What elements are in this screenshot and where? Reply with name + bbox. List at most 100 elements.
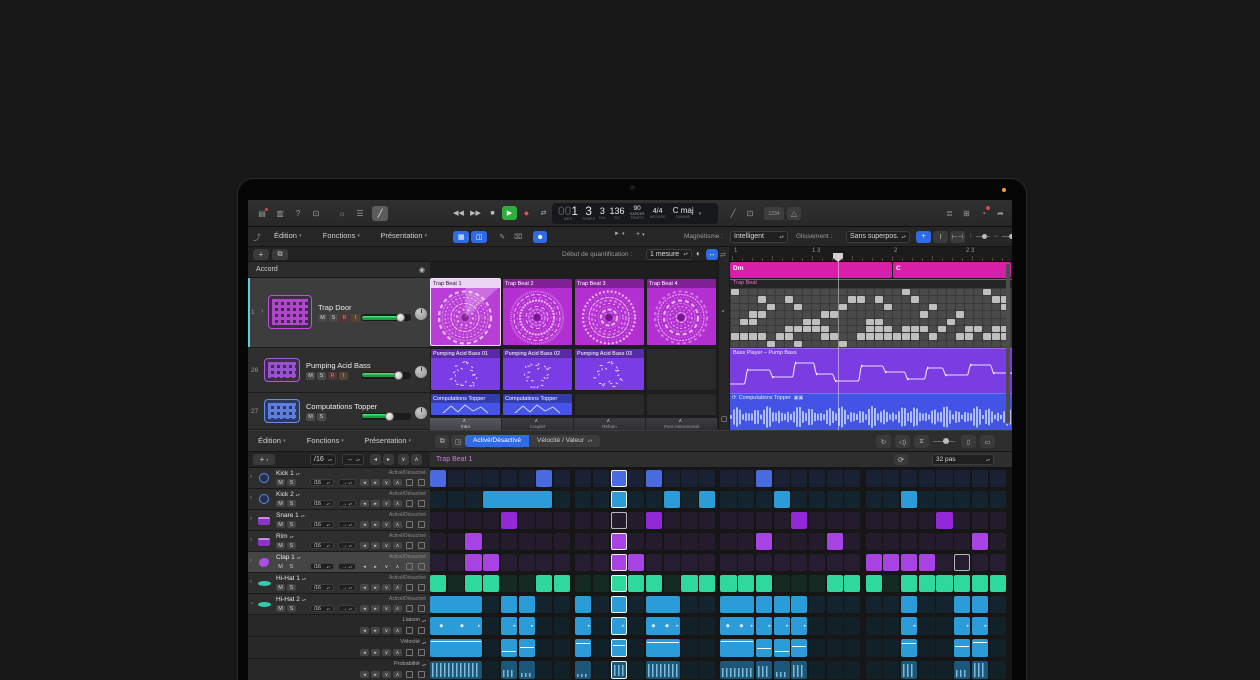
- step-cell-empty[interactable]: [866, 639, 882, 657]
- row-header[interactable]: Liaison▴▾◂▸∨∧: [248, 615, 430, 637]
- step-cell-active[interactable]: ▸: [575, 617, 591, 635]
- row-octave-up-button[interactable]: ∧: [393, 605, 402, 612]
- step-cell-empty[interactable]: [628, 512, 644, 529]
- brush-icon[interactable]: ╱: [372, 206, 388, 221]
- row-header[interactable]: ›Hi-Hat 1▴▾Activé/DésactivéMS/16▴▾→▴▾◂▸∨…: [248, 573, 430, 594]
- library-icon[interactable]: ▤: [254, 206, 270, 221]
- step-cell-active[interactable]: [664, 491, 680, 508]
- pattern-duplicate-icon[interactable]: ⧉: [435, 435, 449, 448]
- step-cell-empty[interactable]: [720, 512, 736, 529]
- step-cell-active[interactable]: [699, 575, 715, 592]
- step-cell-active[interactable]: [883, 554, 899, 571]
- toolbar-panel-icon[interactable]: ⊡: [308, 206, 324, 221]
- row-playmode-select[interactable]: →▴▾: [338, 521, 356, 528]
- step-cell-empty[interactable]: [536, 596, 552, 613]
- step-cell-empty[interactable]: [430, 554, 446, 571]
- step-cell-empty[interactable]: [664, 575, 680, 592]
- step-cell-active[interactable]: [646, 512, 662, 529]
- step-cell-active[interactable]: [901, 661, 917, 679]
- performance-icon[interactable]: ◐: [696, 249, 701, 258]
- step-cell-empty[interactable]: [809, 491, 825, 508]
- step-cell-empty[interactable]: [990, 554, 1006, 571]
- expand-disclosure-icon[interactable]: ›: [250, 495, 252, 501]
- step-cell-empty[interactable]: [919, 470, 935, 487]
- preview-icon[interactable]: ◁): [895, 435, 910, 448]
- step-cell-empty[interactable]: [866, 491, 882, 508]
- row-settings-b-button[interactable]: [418, 627, 425, 634]
- step-cell-active[interactable]: [611, 533, 627, 550]
- step-cell-empty[interactable]: [699, 661, 715, 679]
- loop-cell[interactable]: Trap Beat 3: [574, 278, 645, 346]
- step-cell-active[interactable]: [483, 554, 499, 571]
- step-cell-empty[interactable]: [883, 617, 899, 635]
- row-octave-up-button[interactable]: ∧: [393, 671, 402, 678]
- step-cell-active[interactable]: [756, 470, 772, 487]
- step-cell-empty[interactable]: [936, 491, 952, 508]
- step-cell-active[interactable]: [791, 512, 807, 529]
- row-solo-button[interactable]: S: [287, 500, 296, 507]
- step-cell-empty[interactable]: [844, 533, 860, 550]
- step-cell-active[interactable]: [827, 575, 843, 592]
- step-cell-empty[interactable]: [483, 512, 499, 529]
- track-button-i[interactable]: I: [339, 372, 348, 380]
- track-button-s[interactable]: S: [317, 413, 326, 421]
- track-button-m[interactable]: M: [306, 372, 315, 380]
- expand-disclosure-icon[interactable]: ›: [250, 537, 252, 543]
- step-cell-empty[interactable]: [554, 491, 570, 508]
- step-cell-empty[interactable]: [554, 533, 570, 550]
- step-cell-empty[interactable]: [664, 470, 680, 487]
- step-cell-empty[interactable]: [681, 512, 697, 529]
- step-cell-empty[interactable]: [883, 533, 899, 550]
- step-cell-empty[interactable]: [883, 575, 899, 592]
- step-cell-empty[interactable]: [936, 533, 952, 550]
- octave-down-button[interactable]: ∨: [398, 454, 409, 465]
- step-cell-empty[interactable]: [774, 512, 790, 529]
- arrangement-ruler[interactable]: 11 322 3: [730, 247, 1012, 262]
- step-cell-empty[interactable]: [936, 470, 952, 487]
- lcd-display[interactable]: 001MES3TEMPS3DIV136TIC90GARDERTEMPO4/4ME…: [552, 203, 718, 224]
- step-cell-active[interactable]: [972, 639, 988, 657]
- step-cell-empty[interactable]: [519, 554, 535, 571]
- step-cell-active[interactable]: [720, 596, 754, 613]
- row-rotate-right-button[interactable]: ▸: [371, 563, 380, 570]
- scene-trigger-4[interactable]: ∧Pont instrumental: [646, 418, 718, 430]
- step-cell-empty[interactable]: [901, 470, 917, 487]
- step-cell-empty[interactable]: [430, 491, 446, 508]
- step-cell-empty[interactable]: [809, 639, 825, 657]
- performer-icon[interactable]: ☻: [533, 231, 547, 243]
- disclosure-icon[interactable]: ›: [261, 308, 263, 315]
- row-solo-button[interactable]: S: [287, 479, 296, 486]
- row-name-group[interactable]: Hi-Hat 1▴▾: [276, 575, 306, 582]
- step-cell-empty[interactable]: [990, 470, 1006, 487]
- row-settings-a-button[interactable]: [406, 671, 413, 678]
- forward-button[interactable]: ▶▶: [468, 206, 483, 220]
- row-mute-button[interactable]: M: [276, 605, 285, 612]
- step-cell-active[interactable]: ◆◆▸: [430, 617, 482, 635]
- row-settings-a-button[interactable]: [406, 649, 413, 656]
- step-cell-empty[interactable]: [699, 533, 715, 550]
- step-cell-active[interactable]: [919, 575, 935, 592]
- step-cell-active[interactable]: [465, 575, 481, 592]
- step-cell-empty[interactable]: [720, 470, 736, 487]
- step-cell-active[interactable]: [611, 491, 627, 508]
- magnetisme-select[interactable]: Intelligent▴▾: [730, 231, 788, 243]
- step-cell-empty[interactable]: [827, 617, 843, 635]
- row-playmode-select[interactable]: →▴▾: [338, 542, 356, 549]
- row-settings-b-button[interactable]: [418, 649, 425, 656]
- keyboard-panel-icon[interactable]: ▯: [961, 435, 976, 448]
- step-cell-active[interactable]: [430, 575, 446, 592]
- step-cell-active[interactable]: ▸: [954, 617, 970, 635]
- row-octave-down-button[interactable]: ∨: [382, 479, 391, 486]
- row-rotate-left-button[interactable]: ◂: [360, 584, 369, 591]
- subrow-name-group[interactable]: Vélocité▴▾: [400, 639, 426, 645]
- browsers-icon[interactable]: ⊞: [959, 206, 974, 220]
- step-cell-active[interactable]: [465, 533, 481, 550]
- row-solo-button[interactable]: S: [287, 563, 296, 570]
- step-cell-empty[interactable]: [936, 596, 952, 613]
- step-cell-empty[interactable]: [593, 639, 609, 657]
- step-cell-active[interactable]: [827, 533, 843, 550]
- step-cell-empty[interactable]: [628, 470, 644, 487]
- row-header[interactable]: ›Clap 1▴▾Activé/DésactivéMS/16▴▾→▴▾◂▸∨∧: [248, 552, 430, 573]
- step-cell-empty[interactable]: [501, 575, 517, 592]
- step-cell-empty[interactable]: [646, 533, 662, 550]
